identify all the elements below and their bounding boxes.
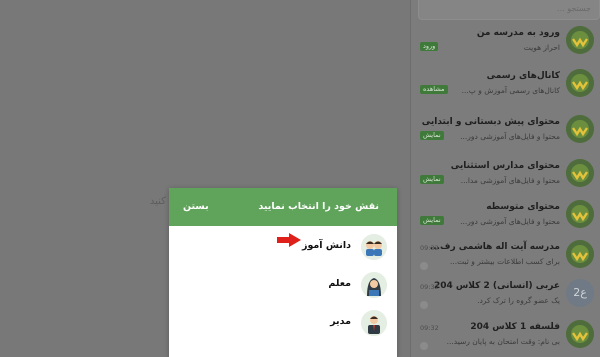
school-logo-icon <box>566 26 594 54</box>
close-button[interactable]: بستن <box>183 201 209 212</box>
manager-icon <box>361 310 387 336</box>
role-option-manager[interactable]: مدیر <box>169 308 397 338</box>
chat-title: کانال‌های رسمی <box>486 71 560 81</box>
chat-title: محتوای پیش دبستانی و ابتدایی <box>421 117 560 127</box>
chat-list-item[interactable]: کانال‌های رسمی کانال‌های رسمی آموزش و پ..… <box>410 65 600 105</box>
chat-list-item[interactable]: مدرسه آیت اله هاشمی رف... برای کسب اطلاعا… <box>410 236 600 276</box>
chat-list-item[interactable]: محتوای متوسطه محتوا و فایل‌های آموزشی دور… <box>410 196 600 236</box>
teacher-icon <box>361 272 387 298</box>
chat-last-message: محتوا و فایل‌های آموزشی دور... <box>460 132 560 141</box>
role-label: معلم <box>328 278 351 289</box>
chat-time: 09:32 <box>420 283 439 291</box>
school-logo-icon <box>566 320 594 348</box>
chat-title: عربی (انسانی) 2 کلاس 204 <box>433 281 560 291</box>
school-logo-icon <box>566 115 594 143</box>
chat-list-item[interactable]: فلسفه 1 کلاس 204 بی نام: وقت امتحان به پا… <box>410 316 600 356</box>
pointer-arrow-icon <box>277 233 301 247</box>
chat-badge[interactable]: نمایش <box>420 131 444 140</box>
chat-title: ورود به مدرسه من <box>476 28 560 38</box>
read-status-icon <box>420 342 428 350</box>
chat-badge[interactable]: ورود <box>420 42 439 51</box>
chat-title: محتوای متوسطه <box>486 202 560 212</box>
avatar-initials: 2ع <box>573 286 587 299</box>
chat-last-message: محتوا و فایل‌های آموزشی مدا... <box>460 176 560 185</box>
dialog-header: نقش خود را انتخاب نمایید بستن <box>169 188 397 226</box>
chat-time: 09:32 <box>420 324 439 332</box>
role-option-teacher[interactable]: معلم <box>169 270 397 300</box>
role-label: مدیر <box>330 316 351 327</box>
school-logo-icon <box>566 69 594 97</box>
read-status-icon <box>420 301 428 309</box>
school-logo-icon <box>566 240 594 268</box>
read-status-icon <box>420 262 428 270</box>
chat-list-item[interactable]: محتوای پیش دبستانی و ابتدایی محتوا و فایل… <box>410 111 600 151</box>
chat-last-message: کانال‌های رسمی آموزش و پ... <box>461 86 560 95</box>
chat-badge[interactable]: نمایش <box>420 175 444 184</box>
chat-last-message: بی نام: وقت امتحان به پایان رسید... <box>446 337 560 346</box>
school-logo-icon <box>566 159 594 187</box>
dialog-title: نقش خود را انتخاب نمایید <box>258 201 379 212</box>
chat-title: مدرسه آیت اله هاشمی رف... <box>429 242 560 252</box>
role-label: دانش آموز <box>302 240 351 251</box>
school-logo-icon <box>566 200 594 228</box>
chat-list-item[interactable]: محتوای مدارس استثنایی محتوا و فایل‌های آم… <box>410 155 600 195</box>
chat-last-message: برای کسب اطلاعات بیشتر و ثبت... <box>449 257 560 266</box>
role-select-dialog: نقش خود را انتخاب نمایید بستن دانش آموز <box>169 188 397 357</box>
chat-last-message: محتوا و فایل‌های آموزشی دور... <box>460 217 560 226</box>
chat-avatar: 2ع <box>566 279 594 307</box>
chat-badge[interactable]: مشاهده <box>420 85 448 94</box>
chat-title: محتوای مدارس استثنایی <box>450 161 560 171</box>
chat-title: فلسفه 1 کلاس 204 <box>470 322 560 332</box>
chat-list-item[interactable]: ورود به مدرسه من احراز هویت ورود <box>410 22 600 62</box>
chat-last-message: یک عضو گروه را ترک کرد. <box>477 296 560 305</box>
chat-last-message: احراز هویت <box>523 43 560 52</box>
search-input[interactable]: جستجو ... <box>418 0 600 20</box>
student-icon <box>361 234 387 260</box>
chat-time: 09:32 <box>420 244 439 252</box>
search-placeholder: جستجو ... <box>557 4 591 13</box>
chat-list-item[interactable]: 2ع عربی (انسانی) 2 کلاس 204 یک عضو گروه را… <box>410 275 600 315</box>
chat-badge[interactable]: نمایش <box>420 216 444 225</box>
